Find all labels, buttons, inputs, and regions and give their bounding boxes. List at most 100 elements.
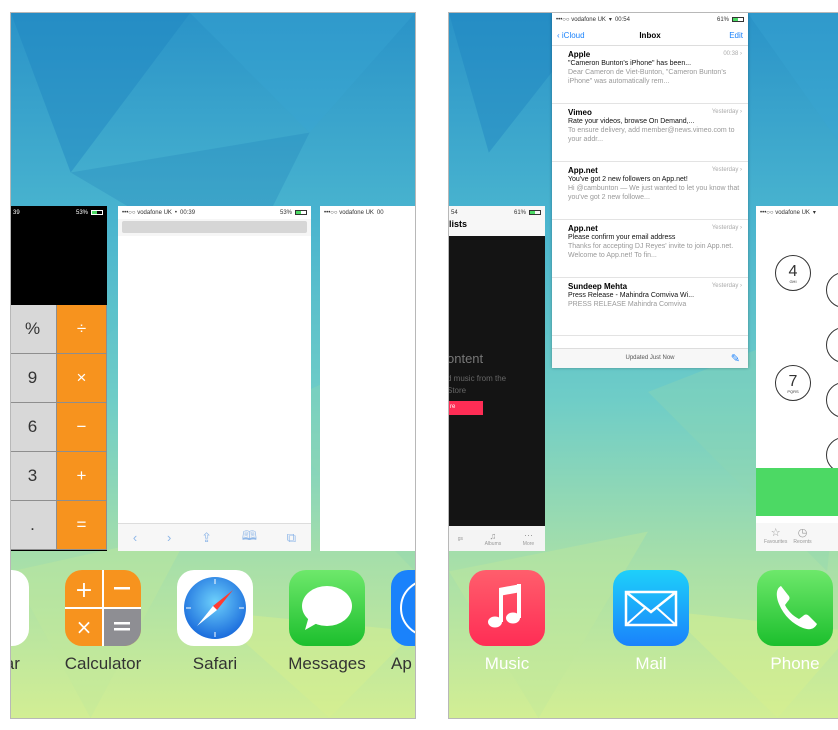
call-bar[interactable]	[756, 468, 838, 516]
app-calculator[interactable]: + × Calculator	[63, 570, 143, 674]
forward-arrow-icon: ›	[166, 530, 172, 545]
edit-button[interactable]: Edit	[681, 31, 743, 40]
phone-tabbar: ☆ Favourites ◷ Recents	[756, 523, 838, 551]
calc-key[interactable]: =	[57, 501, 107, 550]
calc-key[interactable]: 6	[11, 403, 57, 452]
status-time: 00:39	[180, 209, 196, 216]
update-status: Updated Just Now	[625, 355, 675, 361]
dial-key-partial[interactable]	[826, 272, 838, 308]
compose-icon[interactable]: ✎	[731, 352, 740, 365]
status-time: 00	[376, 209, 384, 216]
mail-row[interactable]: App.net Yesterday › Please confirm your em…	[552, 220, 748, 278]
mail-row-header: App.net Yesterday ›	[568, 224, 742, 233]
status-bar: •••○○ vodafone UK ▾ 00:54 61%	[552, 13, 748, 26]
status-carrier: •••○○ vodafone UK	[760, 209, 810, 216]
app-safari[interactable]: Safari	[175, 570, 255, 674]
calc-key[interactable]: %	[11, 305, 57, 354]
music-header-title: lists	[449, 219, 468, 229]
phone-card[interactable]: •••○○ vodafone UK ▾ 14GHI7PQRS* ☆Favouri…	[756, 206, 838, 551]
mail-subject: Press Release - Mahindra Comviva Wi...	[568, 292, 695, 299]
app-partial-left[interactable]: lar	[11, 570, 31, 674]
mail-row[interactable]: Apple 00:38 › "Cameron Bunton's iPhone" ha…	[552, 46, 748, 104]
app-music[interactable]: Music	[467, 570, 547, 674]
calc-key[interactable]: .	[11, 501, 57, 550]
mail-navbar: ‹ iCloud Inbox Edit	[552, 26, 748, 46]
key-digit: 4	[788, 263, 798, 280]
tab-label: More	[522, 541, 535, 547]
app-mail[interactable]: Mail	[611, 570, 691, 674]
status-bar: 54 61%	[449, 206, 545, 219]
mail-row[interactable]: Sundeep Mehta Yesterday › Press Release - …	[552, 278, 748, 336]
app-label: Mail	[635, 654, 667, 673]
calculator-card[interactable]: 39 53% % ÷ 9 × 6−3 +. =	[11, 206, 107, 551]
app-phone[interactable]: Phone	[755, 570, 835, 674]
chevron-right-icon: ›	[738, 109, 742, 115]
status-bar: 39 53%	[11, 206, 107, 219]
app-label: Phone	[770, 654, 820, 673]
mail-card[interactable]: •••○○ vodafone UK ▾ 00:54 61% ‹ iCloud I…	[552, 13, 748, 368]
dial-key-partial[interactable]	[826, 382, 838, 418]
address-bar	[118, 219, 311, 236]
phone-handset-icon	[757, 570, 833, 646]
mail-sender: Vimeo	[568, 108, 592, 117]
itunes-store-button[interactable]: re	[449, 401, 483, 415]
music-card[interactable]: 54 61% lists ontent d music from the Sto…	[448, 206, 545, 551]
mail-preview: PRESS RELEASE Mahindra Comviva	[568, 301, 687, 308]
mail-subject: Rate your videos, browse On Demand,...	[568, 118, 695, 125]
app-partial-right[interactable]: Ap	[391, 570, 415, 674]
tab-more[interactable]: ⋯ More	[523, 530, 534, 547]
calc-key[interactable]: 9	[11, 354, 57, 403]
back-button[interactable]: ‹ iCloud	[557, 31, 619, 40]
mail-time: Yesterday	[711, 109, 739, 115]
music-note-icon	[469, 570, 545, 646]
status-time: 00:54	[614, 16, 630, 23]
star-icon: ☆	[770, 527, 781, 539]
calculator-icon: + ×	[65, 570, 141, 646]
mail-subject: You've got 2 new followers on App.net!	[568, 176, 688, 183]
tab-partial[interactable]: gs	[458, 536, 463, 542]
calc-key[interactable]: +	[57, 452, 107, 501]
chevron-right-icon: ›	[738, 283, 742, 289]
calc-key[interactable]: −	[57, 403, 107, 452]
app-label: Safari	[192, 654, 238, 673]
dial-key[interactable]: 7 PQRS	[775, 365, 811, 401]
calc-key[interactable]: ×	[57, 354, 107, 403]
status-bar: •••○○ vodafone UK ▾	[756, 206, 838, 219]
status-time: 54	[451, 209, 458, 216]
app-card-partial[interactable]: •••○○ vodafone UK 00	[320, 206, 415, 551]
tab-recents[interactable]: ◷ Recents	[793, 523, 811, 551]
mail-row[interactable]: App.net Yesterday › You've got 2 new follo…	[552, 162, 748, 220]
calc-key[interactable]: ÷	[57, 305, 107, 354]
mailbox-title: Inbox	[639, 31, 661, 40]
status-battery: 61%	[513, 209, 526, 216]
app-label: lar	[11, 654, 20, 673]
music-tabbar: gs ♫ Albums ⋯ More	[449, 526, 545, 551]
tab-label: Albums	[484, 540, 502, 547]
back-label: iCloud	[561, 31, 585, 40]
calculator-display	[11, 219, 107, 305]
app-label: Calculator	[64, 654, 142, 673]
status-bar: •••○○ vodafone UK 00	[320, 206, 415, 219]
message-list: Apple 00:38 › "Cameron Bunton's iPhone" ha…	[552, 46, 748, 336]
tab-label: Recents	[793, 539, 812, 545]
music-header: 54 61% lists	[449, 206, 545, 236]
tab-albums[interactable]: ♫ Albums	[485, 531, 502, 547]
tab-favourites[interactable]: ☆ Favourites	[764, 523, 787, 551]
app-messages[interactable]: Messages	[287, 570, 367, 674]
mail-row[interactable]: Vimeo Yesterday › Rate your videos, browse…	[552, 104, 748, 162]
speech-bubble-icon	[289, 570, 365, 646]
dial-key-partial[interactable]	[826, 327, 838, 363]
dial-key[interactable]: 4 GHI	[775, 255, 811, 291]
status-time: 39	[13, 209, 20, 216]
key-digit: 7	[788, 373, 798, 390]
calc-key[interactable]: 3	[11, 452, 57, 501]
music-empty-title: ontent	[448, 351, 484, 366]
album-icon: ♫	[489, 530, 497, 541]
mail-time: Yesterday	[711, 283, 739, 289]
status-carrier: •••○○ vodafone UK	[556, 16, 606, 23]
key-letters: PQRS	[787, 389, 799, 394]
more-icon: ⋯	[524, 530, 533, 540]
music-empty-text-2: Store	[448, 386, 467, 395]
safari-card[interactable]: •••○○ vodafone UK • 00:39 53% ‹ › ⇪ 🕮 ⧉	[118, 206, 311, 551]
chevron-right-icon: ›	[738, 167, 742, 173]
